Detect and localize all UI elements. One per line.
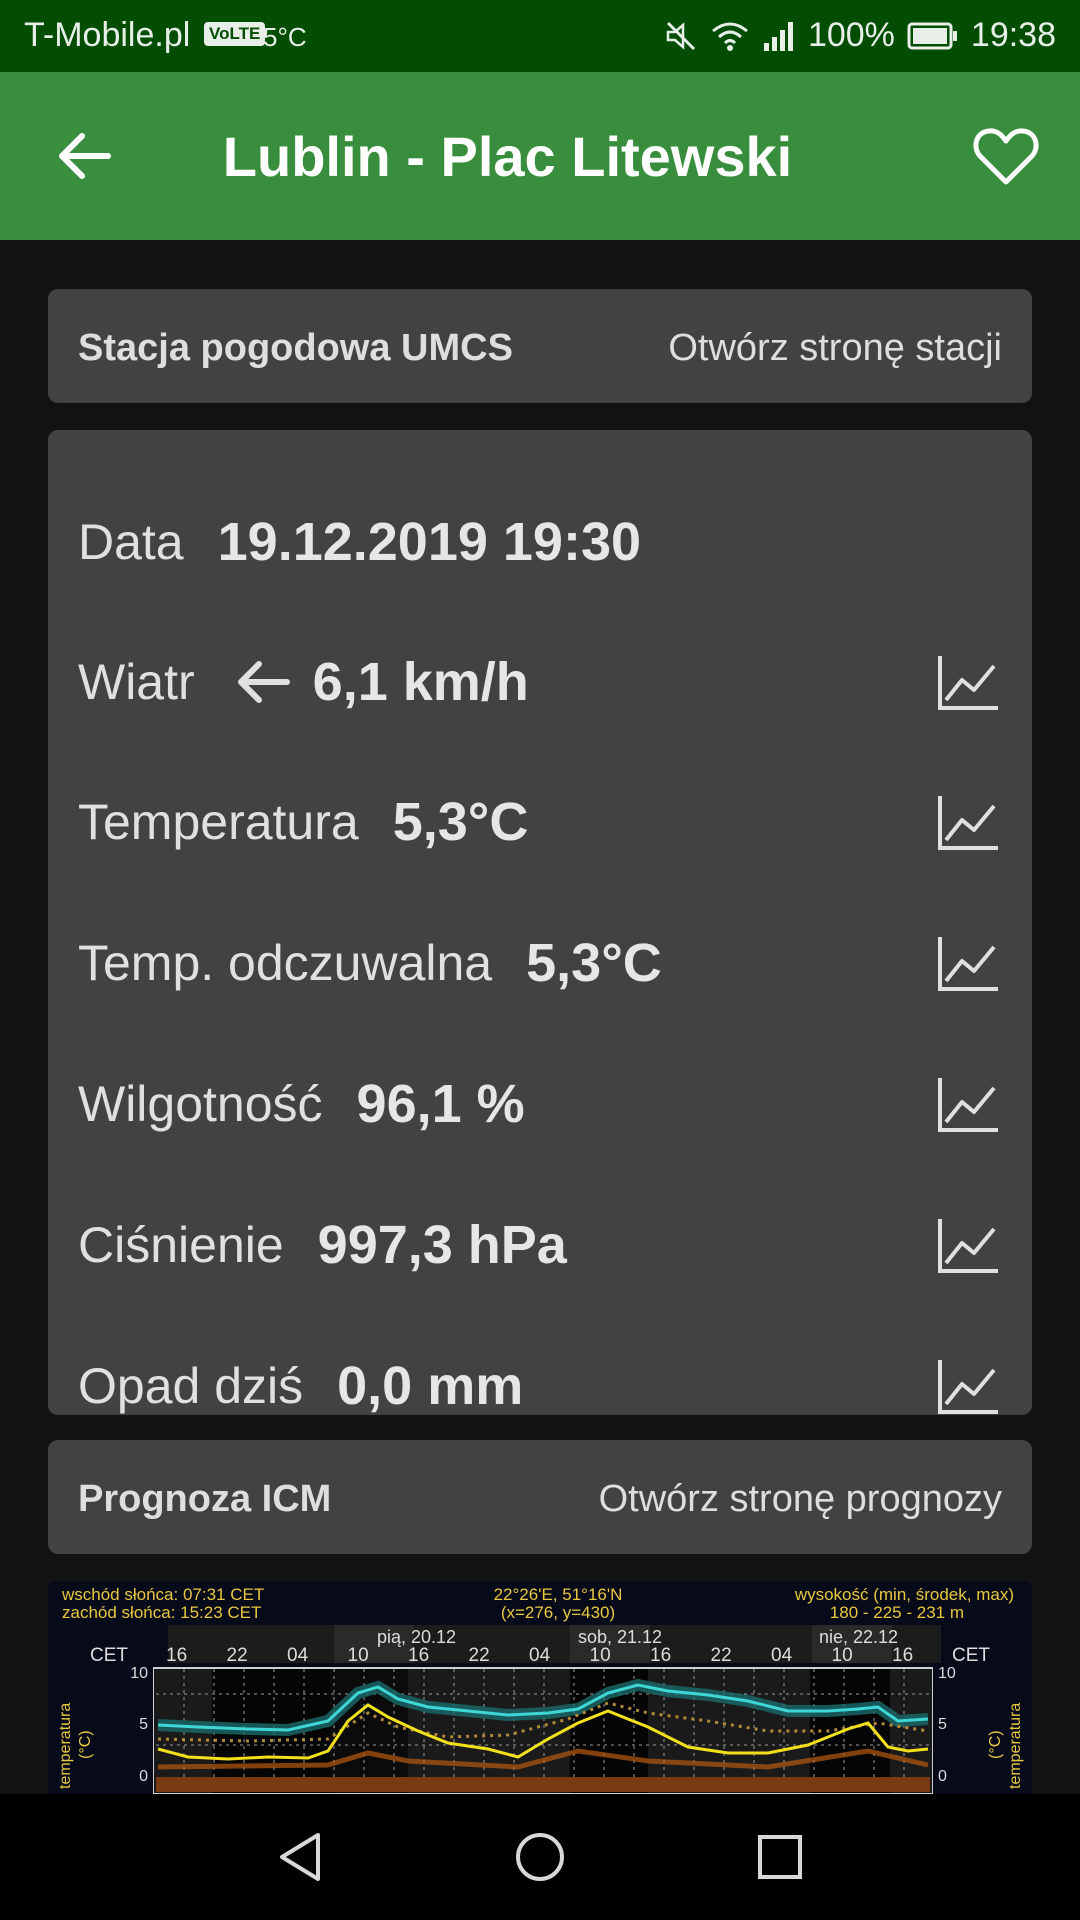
feels-like-value: 5,3°C [526, 933, 662, 993]
meteogram-hour-label: 04 [771, 1645, 793, 1666]
meteogram-hour-label: 16 [892, 1645, 913, 1666]
wind-label: Wiatr [78, 654, 195, 710]
wind-value: 6,1 km/h [312, 652, 529, 712]
meteogram-hour-label: 22 [227, 1645, 248, 1666]
meteogram-day-2: sob, 21.12 [578, 1627, 662, 1647]
mute-icon [666, 21, 695, 50]
rain-label: Opad dziś [78, 1358, 304, 1414]
meteogram-grid: (x=276, y=430) [501, 1603, 615, 1622]
nav-home-icon[interactable] [510, 1827, 570, 1887]
wifi-icon [711, 22, 748, 51]
station-card: Stacja pogodowa UMCS Otwórz stronę stacj… [48, 289, 1032, 403]
meteogram-hour-label: 04 [529, 1645, 551, 1666]
humidity-row: Wilgotność 96,1 % [78, 1064, 1002, 1144]
wind-direction-arrow-icon [237, 661, 290, 703]
meteogram-tz-left: CET [90, 1645, 128, 1666]
humidity-label: Wilgotność [78, 1076, 323, 1132]
meteogram-sunrise: wschód słońca: 07:31 CET [61, 1585, 264, 1604]
open-forecast-link[interactable]: Otwórz stronę prognozy [599, 1478, 1002, 1521]
y-tick-left-0: 0 [139, 1768, 148, 1785]
meteogram-sunset: zachód słońca: 15:23 CET [62, 1603, 261, 1622]
pressure-value: 997,3 hPa [317, 1215, 567, 1275]
y-axis-label-right: temperatura [1007, 1703, 1024, 1789]
y-tick-left-5: 5 [139, 1716, 148, 1733]
meteogram-hour-label: 16 [166, 1645, 187, 1666]
favorite-heart-icon[interactable] [972, 124, 1040, 188]
rain-row: Opad dziś 0,0 mm [78, 1346, 1002, 1426]
meteogram-day-1: pią, 20.12 [377, 1627, 456, 1647]
station-name: Stacja pogodowa UMCS [78, 327, 513, 369]
meteogram-altitude-values: 180 - 225 - 231 m [830, 1603, 964, 1622]
signal-icon [763, 21, 793, 51]
rain-value: 0,0 mm [337, 1356, 524, 1416]
status-right: 100% 19:38 [664, 16, 1056, 55]
temperature-value: 5,3°C [392, 792, 529, 852]
meteogram-coords: 22°26'E, 51°16'N [494, 1585, 623, 1604]
date-label: Data [78, 514, 184, 570]
meteogram-image[interactable]: wschód słońca: 07:31 CET zachód słońca: … [48, 1581, 1032, 1794]
battery-icon [907, 22, 957, 49]
pressure-label: Ciśnienie [78, 1217, 284, 1273]
meteogram-svg: wschód słońca: 07:31 CET zachód słońca: … [48, 1581, 1032, 1794]
temperature-chart-icon[interactable] [936, 792, 1002, 852]
navigation-bar [0, 1794, 1080, 1920]
battery-percent: 100% [807, 16, 895, 54]
readings-card: Data 19.12.2019 19:30 Wiatr 6,1 km/h Tem… [48, 430, 1032, 1416]
volte-badge: VoLTE [204, 22, 266, 46]
y-tick-right-10: 10 [938, 1665, 956, 1682]
nav-back-icon[interactable] [270, 1827, 330, 1887]
feels-like-label: Temp. odczuwalna [78, 935, 493, 991]
nav-recents-icon[interactable] [750, 1827, 810, 1887]
meteogram-hour-label: 22 [469, 1645, 490, 1666]
meteogram-tz-right: CET [952, 1645, 990, 1666]
page-title: Lublin - Plac Litewski [222, 125, 793, 188]
y-tick-left-10: 10 [130, 1665, 148, 1682]
meteogram-hour-label: 16 [650, 1645, 671, 1666]
meteogram-hour-label: 16 [408, 1645, 429, 1666]
y-tick-right-0: 0 [938, 1768, 947, 1785]
y-tick-right-5: 5 [938, 1716, 947, 1733]
wind-row: Wiatr 6,1 km/h [78, 642, 1002, 722]
open-station-link[interactable]: Otwórz stronę stacji [668, 327, 1002, 370]
carrier-name: T-Mobile.pl [24, 16, 191, 54]
meteogram-hour-label: 22 [711, 1645, 732, 1666]
humidity-chart-icon[interactable] [936, 1074, 1002, 1134]
date-value: 19.12.2019 19:30 [217, 512, 642, 572]
app-bar: Lublin - Plac Litewski [0, 72, 1080, 240]
forecast-card: Prognoza ICM Otwórz stronę prognozy [48, 1440, 1032, 1554]
y-axis-label-left: temperatura [57, 1703, 74, 1789]
meteogram-hour-label: 04 [287, 1645, 309, 1666]
pressure-chart-icon[interactable] [936, 1215, 1002, 1275]
wind-chart-icon[interactable] [936, 652, 1002, 712]
temperature-label: Temperatura [78, 794, 359, 850]
forecast-name: Prognoza ICM [78, 1478, 332, 1520]
y-axis-unit-left: (°C) [77, 1730, 94, 1759]
temperature-row: Temperatura 5,3°C [78, 782, 1002, 862]
status-bar: T-Mobile.pl VoLTE 5°C 100% 19:38 [0, 0, 1080, 72]
status-temperature: 5°C [263, 22, 307, 52]
meteogram-hour-label: 10 [348, 1645, 369, 1666]
meteogram-day-3: nie, 22.12 [819, 1627, 898, 1647]
meteogram-hour-label: 10 [590, 1645, 611, 1666]
feels-like-row: Temp. odczuwalna 5,3°C [78, 923, 1002, 1003]
pressure-row: Ciśnienie 997,3 hPa [78, 1205, 1002, 1285]
feels-like-chart-icon[interactable] [936, 933, 1002, 993]
y-axis-unit-right: (°C) [987, 1730, 1004, 1759]
date-row: Data 19.12.2019 19:30 [78, 502, 1002, 582]
humidity-value: 96,1 % [356, 1074, 525, 1134]
meteogram-altitude-label: wysokość (min, środek, max) [794, 1585, 1014, 1604]
rain-chart-icon[interactable] [936, 1356, 1002, 1416]
clock: 19:38 [970, 16, 1056, 54]
meteogram-hour-label: 10 [832, 1645, 853, 1666]
